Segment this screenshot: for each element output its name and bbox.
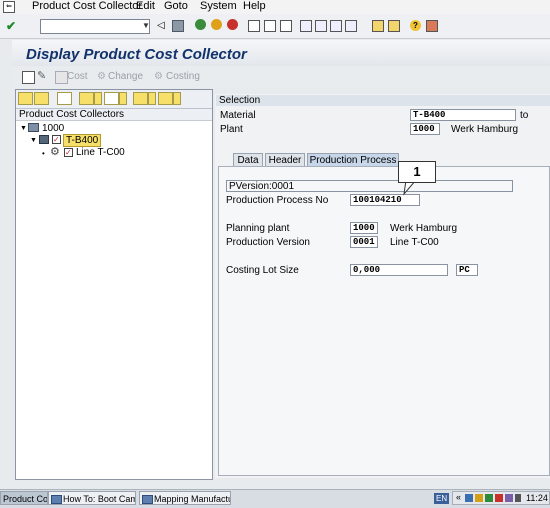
menu-bar: ⇐ Product Cost Collector Edit Goto Syste… — [0, 0, 550, 14]
pversion-field: PVersion:0001 — [226, 180, 513, 192]
tree-column-header: Product Cost Collectors — [16, 109, 212, 121]
expand-arrow-icon[interactable]: ▼ — [30, 135, 37, 146]
costing-icon: ⚙ — [154, 71, 163, 82]
collapse-dot-icon: • — [42, 149, 45, 158]
expand-subtree-icon[interactable] — [18, 92, 33, 105]
find-icon[interactable] — [264, 20, 276, 32]
plant-name: Werk Hamburg — [451, 124, 519, 135]
tree-node-material[interactable]: T-B400 — [63, 134, 102, 147]
enter-check-icon[interactable]: ✔ — [6, 19, 20, 33]
costing-button[interactable]: Costing — [166, 71, 200, 82]
plant-node-icon — [28, 123, 39, 132]
costing-lot-size-field[interactable]: 0,000 — [350, 264, 448, 276]
page-title: Display Product Cost Collector — [26, 46, 247, 63]
production-process-no-label: Production Process No — [226, 195, 329, 206]
menu-product-cost-collector[interactable]: Product Cost Collector — [32, 0, 142, 13]
selection-header: Selection — [216, 95, 550, 106]
collapse-subtree-icon[interactable] — [34, 92, 49, 105]
production-version-field[interactable]: 0001 — [350, 236, 378, 248]
last-page-icon[interactable] — [345, 20, 357, 32]
tray-icons — [465, 494, 521, 502]
taskbar-label: Mapping Manufacturing t... — [154, 494, 230, 504]
shortcut-icon[interactable] — [388, 20, 400, 32]
language-indicator[interactable]: EN — [434, 493, 450, 504]
tab-data[interactable]: Data — [233, 153, 263, 166]
plant-field[interactable]: 1000 — [410, 123, 440, 135]
taskbar-item-mapping[interactable]: Mapping Manufacturing t... — [139, 491, 231, 505]
back-arrow-icon[interactable]: ◁ — [157, 20, 165, 31]
material-field[interactable]: T-B400 — [410, 109, 516, 121]
back-icon[interactable] — [195, 19, 206, 30]
print-icon[interactable] — [248, 20, 260, 32]
find-next-icon[interactable] — [280, 20, 292, 32]
create-session-icon[interactable] — [372, 20, 384, 32]
command-field[interactable] — [40, 19, 150, 34]
application-toolbar — [12, 66, 550, 88]
first-page-icon[interactable] — [300, 20, 312, 32]
binoculars-find-icon[interactable] — [57, 92, 72, 105]
help-icon[interactable]: ? — [410, 20, 421, 31]
sap-window-icon[interactable]: ⇐ — [3, 1, 15, 13]
checkbox-icon[interactable]: ✓ — [64, 148, 73, 157]
production-line-icon: ⚙ — [50, 146, 60, 158]
tab-content — [218, 166, 550, 476]
command-field-dropdown-icon[interactable]: ▼ — [142, 20, 150, 31]
costing-lot-size-label: Costing Lot Size — [226, 265, 299, 276]
columns-icon[interactable] — [104, 92, 119, 105]
columns-dropdown-icon[interactable] — [119, 92, 127, 105]
browser-icon — [51, 495, 62, 504]
taskbar-label: How To: Boot Camp - Ta... — [63, 494, 135, 504]
taskbar-item-boot-camp[interactable]: How To: Boot Camp - Ta... — [48, 491, 136, 505]
menu-goto[interactable]: Goto — [164, 0, 188, 13]
tab-production-process[interactable]: Production Process — [307, 153, 399, 166]
taskbar-label: Product Cost ... — [3, 494, 48, 504]
tree-node-plant[interactable]: 1000 — [42, 123, 64, 134]
previous-page-icon[interactable] — [315, 20, 327, 32]
new-document-icon[interactable] — [22, 71, 35, 84]
planning-plant-label: Planning plant — [226, 223, 290, 234]
customize-layout-icon[interactable] — [426, 20, 438, 32]
planning-plant-field[interactable]: 1000 — [350, 222, 378, 234]
taskbar-item-product-cost[interactable]: Product Cost ... — [0, 491, 48, 505]
cancel-icon[interactable] — [227, 19, 238, 30]
production-version-label: Production Version — [226, 237, 310, 248]
expand-arrow-icon[interactable]: ▼ — [20, 123, 27, 134]
tab-header[interactable]: Header — [265, 153, 305, 166]
clock: 11:24 — [526, 493, 548, 503]
layout-icon[interactable] — [133, 92, 148, 105]
production-version-name: Line T-C00 — [390, 237, 439, 248]
checkbox-icon[interactable]: ✓ — [52, 135, 61, 144]
variant-icon[interactable] — [158, 92, 173, 105]
next-page-icon[interactable] — [330, 20, 342, 32]
print-tree-icon[interactable] — [79, 92, 94, 105]
plant-label: Plant — [220, 124, 243, 135]
change-icon: ⚙ — [97, 71, 106, 82]
tray-expand-icon[interactable]: « — [456, 492, 461, 502]
material-label: Material — [220, 110, 256, 121]
tree-print-dropdown-icon[interactable] — [94, 92, 102, 105]
menu-system[interactable]: System — [200, 0, 237, 13]
costing-lot-size-unit[interactable]: PC — [456, 264, 478, 276]
planning-plant-name: Werk Hamburg — [390, 223, 458, 234]
document-icon — [142, 495, 153, 504]
change-button[interactable]: Change — [108, 71, 143, 82]
variant-dropdown-icon[interactable] — [173, 92, 181, 105]
callout-marker: 1 — [398, 161, 436, 183]
save-icon[interactable] — [172, 20, 184, 32]
menu-edit[interactable]: Edit — [136, 0, 155, 13]
exit-icon[interactable] — [211, 19, 222, 30]
cost-button[interactable]: Cost — [67, 71, 88, 82]
to-label: to — [520, 110, 529, 121]
tree-node-line[interactable]: Line T-C00 — [76, 147, 125, 158]
menu-help[interactable]: Help — [243, 0, 266, 13]
layout-dropdown-icon[interactable] — [148, 92, 156, 105]
edit-pencil-icon[interactable]: ✎ — [37, 71, 48, 82]
material-node-icon — [39, 135, 49, 144]
